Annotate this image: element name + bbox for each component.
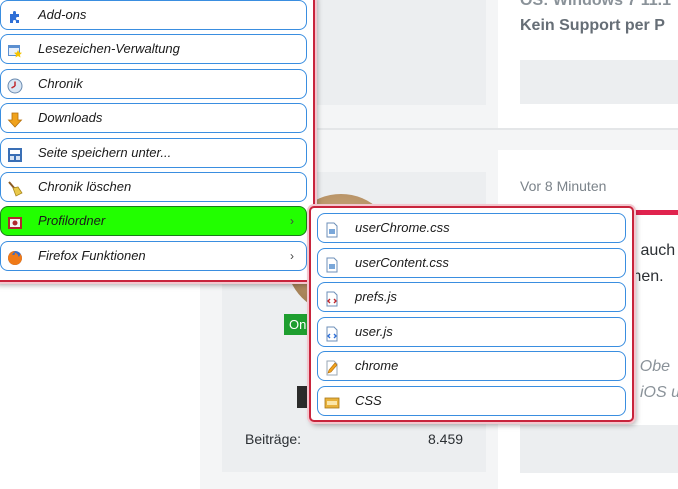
submenu-item-label: chrome [355,358,399,373]
js-file-icon [324,324,340,341]
firefox-icon [7,248,23,265]
submenu-item-label: user.js [355,323,393,339]
menu-item-label: Firefox Funktionen [38,247,146,263]
menu-item-label: Chronik löschen [38,178,132,194]
signature-text: r Obe [630,358,671,375]
submenu-item-prefs-js[interactable]: prefs.js [317,282,626,312]
menu-item-downloads[interactable]: Downloads [0,103,307,134]
support-info-line: Kein Support per P [520,17,665,34]
css-file-icon [324,220,340,238]
posts-label: Beiträge: [245,431,302,447]
menu-item-label: Add-ons [38,7,87,22]
submenu-item-label: userChrome.css [355,220,450,235]
menu-item-bookmarks-manager[interactable]: Lesezeichen-Verwaltung [0,34,307,65]
menu-item-label: Lesezeichen-Verwaltung [38,41,180,57]
posts-count: 8.459 [428,431,464,447]
clock-icon [7,76,23,94]
submenu-item-label: prefs.js [355,289,397,304]
menu-item-label: Profilordner [38,213,106,229]
submenu-item-chrome[interactable]: chrome [317,351,626,381]
post-footer-box [520,60,678,104]
menu-item-firefox-features[interactable]: Firefox Funktionen › [0,240,307,271]
post-text: s auch [628,242,676,259]
menu-item-profile-folder[interactable]: Profilordner › [0,206,307,237]
download-arrow-icon [7,110,23,128]
submenu-item-user-js[interactable]: user.js [317,316,626,347]
pencil-file-icon [324,358,340,376]
submenu-item-userchrome-css[interactable]: userChrome.css [317,213,626,243]
menu-item-save-page[interactable]: Seite speichern unter... [0,137,307,168]
menu-item-label: Downloads [38,110,103,126]
system-info-line: OS: Windows 7 11.1 [520,0,672,9]
submenu-item-usercontent-css[interactable]: userContent.css [317,247,626,278]
menu-item-clear-history[interactable]: Chronik löschen [0,171,307,202]
js-file-icon [324,289,340,307]
post-timestamp: Vor 8 Minuten [520,178,607,194]
submenu-item-css-folder[interactable]: CSS [317,385,626,416]
signature-text: iOS u [640,384,678,401]
context-menu: Add-ons Lesezeichen-Verwaltung Chronik D… [0,0,315,282]
profile-folder-icon [7,213,23,230]
submenu-item-label: userContent.css [355,254,449,270]
menu-item-label: Seite speichern unter... [38,144,172,160]
menu-item-label: Chronik [38,75,83,91]
signature-box [520,425,678,473]
menu-item-history[interactable]: Chronik [0,68,307,99]
profile-folder-submenu: userChrome.css userContent.css prefs.js … [309,206,634,422]
menu-item-addons[interactable]: Add-ons [0,0,307,30]
bookmarks-star-icon [7,41,23,58]
css-folder-icon [324,393,340,409]
css-file-icon [324,255,340,272]
broom-icon [7,179,23,197]
puzzle-icon [7,7,23,23]
submenu-arrow-icon: › [290,248,294,263]
save-page-icon [7,145,23,162]
submenu-arrow-icon: › [290,214,294,229]
submenu-item-label: CSS [355,392,382,408]
